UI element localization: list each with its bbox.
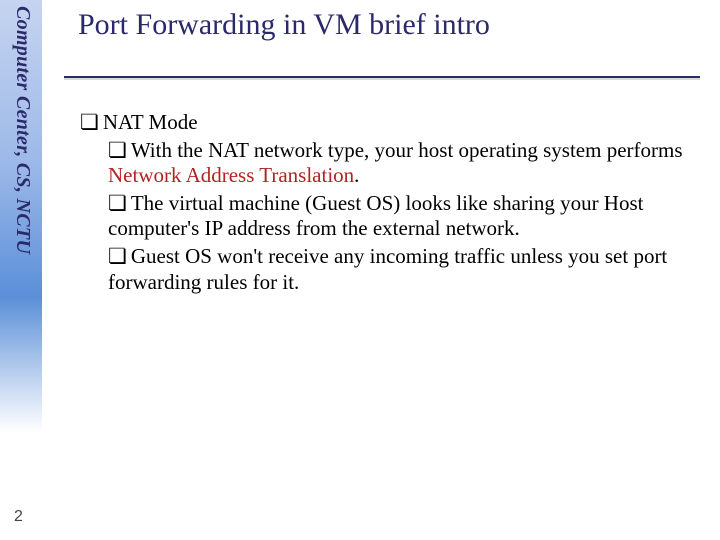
bullet-text: NAT Mode	[103, 110, 198, 134]
slide-title: Port Forwarding in VM brief intro	[78, 8, 490, 42]
bullet-text: The virtual machine (Guest OS) looks lik…	[108, 191, 643, 241]
sidebar-org-text: Computer Center, CS, NCTU	[11, 6, 34, 254]
bullet-level2: ❏With the NAT network type, your host op…	[108, 138, 696, 189]
bullet-icon: ❏	[108, 191, 127, 217]
bullet-icon: ❏	[108, 138, 127, 164]
bullet-text: Guest OS won't receive any incoming traf…	[108, 244, 667, 294]
slide-body: ❏NAT Mode ❏With the NAT network type, yo…	[80, 110, 696, 297]
bullet-icon: ❏	[108, 244, 127, 270]
bullet-level1: ❏NAT Mode	[80, 110, 696, 136]
bullet-text-part: With the NAT network type, your host ope…	[131, 138, 683, 162]
bullet-icon: ❏	[80, 110, 99, 136]
bullet-level2: ❏The virtual machine (Guest OS) looks li…	[108, 191, 696, 242]
highlight-text: Network Address Translation	[108, 163, 354, 187]
title-divider	[64, 76, 700, 78]
bullet-level2: ❏Guest OS won't receive any incoming tra…	[108, 244, 696, 295]
bullet-text-part: .	[354, 163, 359, 187]
sidebar-gradient: Computer Center, CS, NCTU	[0, 0, 42, 540]
page-number: 2	[14, 508, 23, 526]
slide: Computer Center, CS, NCTU 2 Port Forward…	[0, 0, 720, 540]
